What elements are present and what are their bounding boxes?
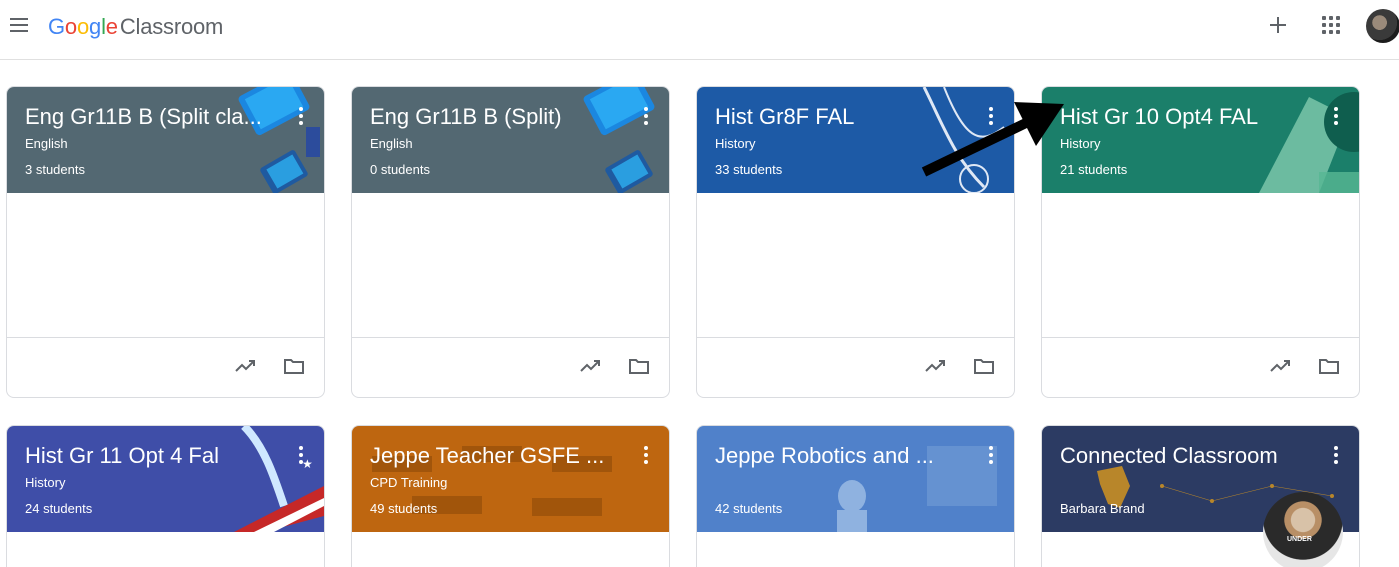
class-card-banner[interactable]: Eng Gr11B B (Split) English 0 students: [352, 87, 669, 193]
card-footer: [697, 337, 1014, 397]
card-footer: [352, 337, 669, 397]
google-classroom-logo[interactable]: GoogleClassroom: [48, 14, 223, 40]
class-subject: History: [25, 475, 66, 490]
teacher-name: Barbara Brand: [1060, 501, 1145, 516]
trending-up-icon[interactable]: [234, 356, 258, 376]
class-subject: CPD Training: [370, 475, 448, 490]
video-overlay-text: UNDER: [1287, 536, 1312, 543]
more-options-icon[interactable]: [643, 446, 649, 466]
more-options-icon[interactable]: [298, 107, 304, 127]
class-card: Jeppe Robotics and ... 42 students: [696, 425, 1015, 567]
student-count: 33 students: [715, 162, 783, 177]
more-options-icon[interactable]: [1333, 446, 1339, 466]
class-subject: English: [25, 136, 68, 151]
product-name: Classroom: [119, 14, 224, 39]
class-card-banner[interactable]: Hist Gr 10 Opt4 FAL History 21 students: [1042, 87, 1359, 193]
class-card: ★ Hist Gr 11 Opt 4 Fal History 24 studen…: [6, 425, 325, 567]
flag-illustration: ★: [234, 426, 324, 532]
class-subject: History: [715, 136, 756, 151]
class-title[interactable]: Jeppe Teacher GSFE ...: [370, 443, 604, 469]
stethoscope-illustration: [922, 87, 1005, 193]
class-title[interactable]: Hist Gr 11 Opt 4 Fal: [25, 443, 219, 469]
student-count: 42 students: [715, 501, 783, 516]
more-options-icon[interactable]: [1333, 107, 1339, 127]
hamburger-menu-icon[interactable]: [10, 18, 28, 32]
robot-illustration: [697, 426, 1014, 532]
class-card: Hist Gr 10 Opt4 FAL History 21 students: [1041, 86, 1360, 398]
class-title[interactable]: Connected Classroom: [1060, 443, 1278, 469]
class-title[interactable]: Jeppe Robotics and ...: [715, 443, 934, 469]
tablet-illustration: [583, 87, 655, 193]
more-options-icon[interactable]: [988, 107, 994, 127]
class-card: Hist Gr8F FAL History 33 students: [696, 86, 1015, 398]
top-app-bar: GoogleClassroom: [0, 0, 1399, 60]
class-card-banner[interactable]: Hist Gr8F FAL History 33 students: [697, 87, 1014, 193]
class-subject: History: [1060, 136, 1101, 151]
student-count: 0 students: [370, 162, 430, 177]
class-card: Jeppe Teacher GSFE ... CPD Training 49 s…: [351, 425, 670, 567]
presenter-video-bubble: UNDER: [1263, 492, 1343, 567]
class-card: Eng Gr11B B (Split) English 0 students: [351, 86, 670, 398]
student-count: 49 students: [370, 501, 438, 516]
trending-up-icon[interactable]: [1269, 356, 1293, 376]
tablet-illustration: [238, 87, 320, 193]
student-count: 3 students: [25, 162, 85, 177]
class-title[interactable]: Eng Gr11B B (Split cla...: [25, 104, 262, 130]
folder-icon[interactable]: [972, 356, 996, 376]
class-title[interactable]: Eng Gr11B B (Split): [370, 104, 562, 130]
more-options-icon[interactable]: [988, 446, 994, 466]
student-count: 24 students: [25, 501, 93, 516]
class-card-banner[interactable]: Eng Gr11B B (Split cla... English 3 stud…: [7, 87, 324, 193]
paper-illustration: [1259, 92, 1359, 193]
plus-icon[interactable]: [1264, 11, 1292, 39]
more-options-icon[interactable]: [298, 446, 304, 466]
class-card-banner[interactable]: ★ Hist Gr 11 Opt 4 Fal History 24 studen…: [7, 426, 324, 532]
folder-icon[interactable]: [282, 356, 306, 376]
trending-up-icon[interactable]: [924, 356, 948, 376]
class-card-banner[interactable]: Jeppe Teacher GSFE ... CPD Training 49 s…: [352, 426, 669, 532]
class-card: Eng Gr11B B (Split cla... English 3 stud…: [6, 86, 325, 398]
class-title[interactable]: Hist Gr 10 Opt4 FAL: [1060, 104, 1258, 130]
class-title[interactable]: Hist Gr8F FAL: [715, 104, 854, 130]
student-count: 21 students: [1060, 162, 1128, 177]
avatar[interactable]: [1366, 9, 1399, 43]
folder-icon[interactable]: [627, 356, 651, 376]
class-subject: English: [370, 136, 413, 151]
folder-icon[interactable]: [1317, 356, 1341, 376]
google-apps-grid-icon[interactable]: [1322, 16, 1340, 34]
card-footer: [7, 337, 324, 397]
card-footer: [1042, 337, 1359, 397]
trending-up-icon[interactable]: [579, 356, 603, 376]
more-options-icon[interactable]: [643, 107, 649, 127]
class-card-banner[interactable]: Jeppe Robotics and ... 42 students: [697, 426, 1014, 532]
